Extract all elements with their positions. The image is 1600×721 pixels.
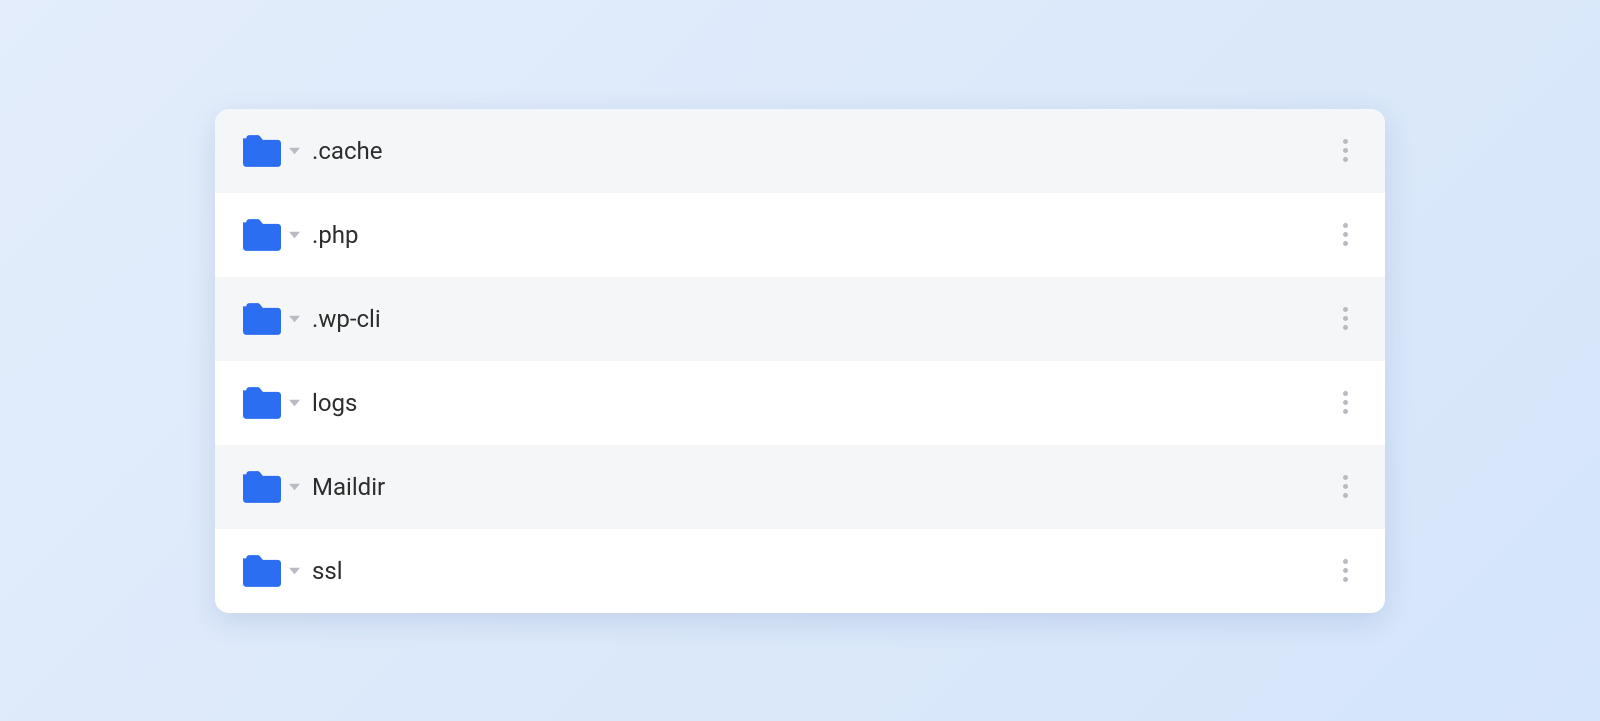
file-row[interactable]: .cache: [215, 109, 1385, 193]
kebab-menu-button[interactable]: [1333, 307, 1357, 331]
folder-name[interactable]: .php: [312, 221, 1333, 249]
folder-name[interactable]: .cache: [312, 137, 1333, 165]
folder-icon: [243, 554, 281, 588]
folder-name[interactable]: ssl: [312, 557, 1333, 585]
expand-caret-icon[interactable]: [289, 399, 300, 407]
kebab-menu-button[interactable]: [1333, 475, 1357, 499]
expand-caret-icon[interactable]: [289, 231, 300, 239]
folder-name[interactable]: Maildir: [312, 473, 1333, 501]
file-row[interactable]: .wp-cli: [215, 277, 1385, 361]
file-list-panel: .cache .php .wp-cli: [215, 109, 1385, 613]
kebab-menu-button[interactable]: [1333, 391, 1357, 415]
folder-icon: [243, 302, 281, 336]
file-row[interactable]: .php: [215, 193, 1385, 277]
kebab-menu-button[interactable]: [1333, 559, 1357, 583]
kebab-menu-button[interactable]: [1333, 139, 1357, 163]
expand-caret-icon[interactable]: [289, 147, 300, 155]
folder-icon: [243, 470, 281, 504]
folder-icon: [243, 218, 281, 252]
folder-name[interactable]: logs: [312, 389, 1333, 417]
file-row[interactable]: logs: [215, 361, 1385, 445]
folder-icon: [243, 134, 281, 168]
file-row[interactable]: Maildir: [215, 445, 1385, 529]
folder-icon: [243, 386, 281, 420]
expand-caret-icon[interactable]: [289, 567, 300, 575]
folder-name[interactable]: .wp-cli: [312, 305, 1333, 333]
expand-caret-icon[interactable]: [289, 315, 300, 323]
kebab-menu-button[interactable]: [1333, 223, 1357, 247]
file-row[interactable]: ssl: [215, 529, 1385, 613]
expand-caret-icon[interactable]: [289, 483, 300, 491]
